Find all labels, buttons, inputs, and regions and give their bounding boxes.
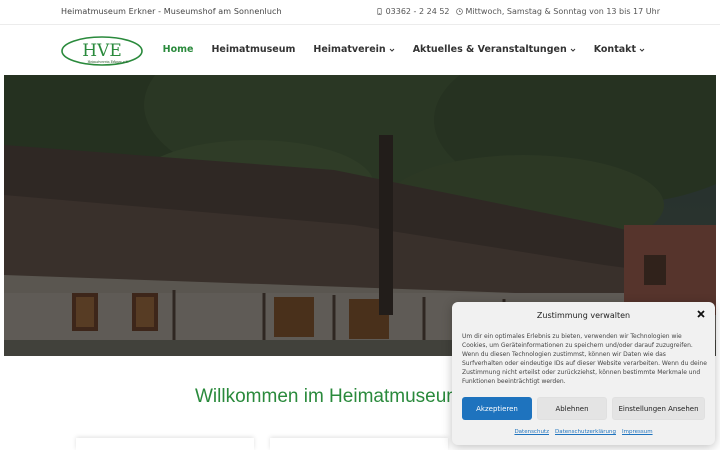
deny-button[interactable]: Ablehnen xyxy=(537,397,607,420)
phone-icon xyxy=(376,8,382,15)
site-logo[interactable]: HVE Heimatverein Erkner e.V. xyxy=(61,35,144,67)
welcome-heading: Willkommen im Heimatmuseum xyxy=(195,386,463,407)
consent-links: Datenschutz Datenschutzerklärung Impress… xyxy=(452,429,715,435)
cookie-consent-dialog: Zustimmung verwalten Um dir ein optimale… xyxy=(452,302,715,445)
privacy-policy-link[interactable]: Datenschutzerklärung xyxy=(555,429,616,435)
nav-label-kontakt: Kontakt xyxy=(593,44,636,55)
nav-item-heimatverein[interactable]: Heimatverein xyxy=(313,44,395,55)
consent-text: Um dir ein optimales Erlebnis zu bieten,… xyxy=(462,333,707,385)
main-navigation: Home Heimatmuseum Heimatverein Aktuelles… xyxy=(163,44,645,55)
imprint-link[interactable]: Impressum xyxy=(622,429,653,435)
nav-label-heimatverein: Heimatverein xyxy=(313,44,386,55)
nav-label-aktuelles: Aktuelles & Veranstaltungen xyxy=(412,44,567,55)
view-preferences-button[interactable]: Einstellungen Ansehen xyxy=(612,397,705,420)
phone-contact[interactable]: 03362 - 2 24 52 xyxy=(376,7,450,16)
chevron-down-icon xyxy=(639,48,645,52)
nav-item-heimatmuseum[interactable]: Heimatmuseum xyxy=(211,44,295,55)
logo-caption: Heimatverein Erkner e.V. xyxy=(88,60,129,64)
accept-button[interactable]: Akzeptieren xyxy=(462,397,532,420)
nav-label-heimatmuseum: Heimatmuseum xyxy=(211,44,296,55)
contact-info: 03362 - 2 24 52 Mittwoch, Samstag & Sonn… xyxy=(376,7,660,16)
logo-graphic: HVE Heimatverein Erkner e.V. xyxy=(61,36,143,66)
content-card xyxy=(76,438,254,450)
content-card xyxy=(270,438,448,450)
site-header: HVE Heimatverein Erkner e.V. Home Heimat… xyxy=(0,25,720,75)
chevron-down-icon xyxy=(570,48,576,52)
consent-title: Zustimmung verwalten xyxy=(536,311,631,320)
opening-hours-text: Mittwoch, Samstag & Sonntag von 13 bis 1… xyxy=(465,7,660,16)
nav-item-home[interactable]: Home xyxy=(163,44,194,55)
nav-item-aktuelles[interactable]: Aktuelles & Veranstaltungen xyxy=(413,44,576,55)
clock-icon xyxy=(455,8,463,15)
chevron-down-icon xyxy=(389,48,395,52)
site-tagline: Heimatmuseum Erkner - Museumshof am Sonn… xyxy=(61,7,282,16)
nav-label-home: Home xyxy=(162,44,194,55)
nav-item-kontakt[interactable]: Kontakt xyxy=(594,44,645,55)
opening-hours: Mittwoch, Samstag & Sonntag von 13 bis 1… xyxy=(455,7,660,16)
logo-letters: HVE xyxy=(82,41,122,61)
close-icon[interactable] xyxy=(696,309,706,319)
top-bar: Heimatmuseum Erkner - Museumshof am Sonn… xyxy=(0,0,720,25)
phone-number: 03362 - 2 24 52 xyxy=(385,7,450,16)
privacy-link[interactable]: Datenschutz xyxy=(514,429,549,435)
